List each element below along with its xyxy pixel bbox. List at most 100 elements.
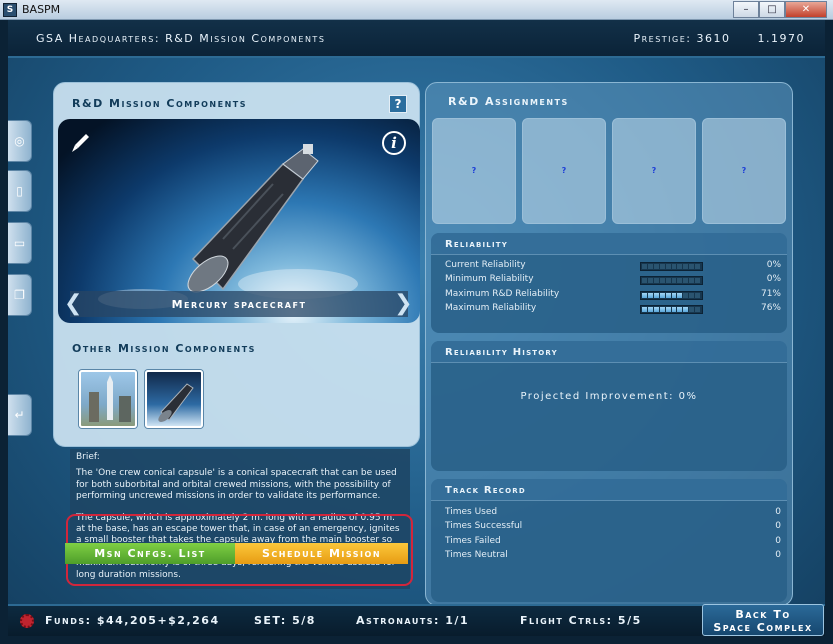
capsule-image [187, 144, 319, 293]
reliability-label: Maximum Reliability [445, 303, 537, 313]
reliability-bar-segment [689, 264, 695, 269]
reliability-bar-segment [659, 293, 665, 298]
reliability-bar-segment [695, 264, 701, 269]
track-record-row: Times Used 0 [445, 507, 781, 521]
assignment-slot[interactable]: ? [522, 118, 606, 224]
nav-copy-button[interactable]: ❐ [8, 274, 32, 316]
reliability-bar-segment [695, 307, 701, 312]
reliability-bar-segment [653, 278, 659, 283]
minimize-button[interactable]: – [733, 1, 759, 18]
app-icon: S [3, 3, 17, 17]
component-name: Mercury spacecraft [171, 297, 307, 311]
reliability-bar-segment [689, 307, 695, 312]
reliability-bar-segment [659, 264, 665, 269]
reliability-bar-segment [677, 278, 683, 283]
reliability-bar-segment [647, 278, 653, 283]
reliability-title: Reliability [431, 233, 787, 255]
reliability-bar-segment [683, 293, 689, 298]
reliability-bar [640, 291, 703, 300]
msn-cnfgs-list-button[interactable]: Msn Cnfgs. List [65, 543, 235, 564]
reliability-value: 0% [766, 260, 781, 270]
gear-icon[interactable] [20, 614, 34, 628]
reliability-value: 76% [760, 303, 781, 313]
reliability-bar-segment [647, 293, 653, 298]
reliability-panel: Reliability Current Reliability 0% Minim… [431, 233, 787, 333]
window-controls: – □ ✕ [733, 1, 827, 18]
reliability-bar-segment [653, 293, 659, 298]
astronauts-label: Astronauts: 1/1 [356, 614, 470, 627]
prestige-label: Prestige: 3610 [633, 32, 731, 45]
reliability-bar-segment [653, 264, 659, 269]
reliability-bar-segment [665, 278, 671, 283]
date-label: 1.1970 [757, 32, 805, 45]
reliability-bar-segment [665, 307, 671, 312]
reliability-bar-segment [642, 278, 647, 283]
nav-document-button[interactable]: ▯ [8, 170, 32, 212]
reliability-bar-segment [642, 264, 647, 269]
reliability-bar-segment [677, 307, 683, 312]
reliability-bar-segment [659, 307, 665, 312]
track-record-value: 0 [775, 550, 781, 560]
help-button[interactable]: ? [389, 95, 407, 113]
set-label: SET: 5/8 [254, 614, 316, 627]
reliability-bar-segment [671, 264, 677, 269]
assignment-slot[interactable]: ? [612, 118, 696, 224]
maximize-button[interactable]: □ [759, 1, 785, 18]
reliability-history-title: Reliability History [431, 341, 787, 363]
back-button-line1: Back To [735, 608, 791, 621]
schedule-mission-button[interactable]: Schedule Mission [235, 543, 408, 564]
chevron-right-icon[interactable]: ❯ [394, 291, 414, 317]
assignment-slot-label: ? [741, 166, 747, 175]
copy-icon: ❐ [14, 288, 25, 302]
reliability-bar-segment [695, 278, 701, 283]
components-title: R&D Mission Components [72, 97, 247, 110]
component-thumbnail-capsule[interactable] [145, 370, 203, 428]
nav-folder-button[interactable]: ▭ [8, 222, 32, 264]
reliability-bar-segment [665, 293, 671, 298]
close-button[interactable]: ✕ [785, 1, 827, 18]
component-image: i ❮ Mercury spacecraft ❯ [58, 119, 420, 323]
nav-return-button[interactable]: ↵ [8, 394, 32, 436]
track-record-label: Times Successful [445, 521, 523, 531]
reliability-row: Current Reliability 0% [445, 260, 781, 274]
reliability-bar-segment [647, 307, 653, 312]
flight-ctrls-label: Flight Ctrls: 5/5 [520, 614, 642, 627]
assignment-slot-label: ? [561, 166, 567, 175]
reliability-bar-segment [665, 264, 671, 269]
track-record-title: Track Record [431, 479, 787, 501]
window-title: BASPM [22, 3, 61, 16]
return-icon: ↵ [14, 408, 25, 422]
info-icon[interactable]: i [382, 131, 406, 155]
other-components-list [79, 370, 211, 428]
reliability-bar-segment [683, 264, 689, 269]
component-name-bar: ❮ Mercury spacecraft ❯ [64, 291, 413, 317]
folder-icon: ▭ [13, 236, 26, 250]
app-area: GSA Headquarters: R&D Mission Components… [8, 20, 825, 636]
track-record-panel: Track Record Times Used 0 Times Successf… [431, 479, 787, 602]
page-title: GSA Headquarters: R&D Mission Components [36, 32, 326, 45]
track-record-label: Times Neutral [445, 550, 508, 560]
reliability-value: 71% [760, 289, 781, 299]
track-record-label: Times Failed [445, 536, 501, 546]
component-thumbnail-rocket[interactable] [79, 370, 137, 428]
reliability-row: Maximum Reliability 76% [445, 303, 781, 317]
assignment-slot[interactable]: ? [432, 118, 516, 224]
track-record-row: Times Failed 0 [445, 536, 781, 550]
back-to-space-complex-button[interactable]: Back To Space Complex [702, 604, 824, 636]
reliability-row: Minimum Reliability 0% [445, 274, 781, 288]
assignment-slot[interactable]: ? [702, 118, 786, 224]
chevron-left-icon[interactable]: ❮ [64, 291, 84, 317]
reliability-bar-segment [671, 307, 677, 312]
track-record-row: Times Neutral 0 [445, 550, 781, 564]
reliability-bar-segment [683, 307, 689, 312]
reliability-bar-segment [671, 293, 677, 298]
nav-target-button[interactable]: ◎ [8, 120, 32, 162]
window-titlebar: S BASPM – □ ✕ [0, 0, 833, 20]
track-record-value: 0 [775, 536, 781, 546]
left-nav: ◎ ▯ ▭ ❐ ↵ [8, 82, 32, 452]
document-icon: ▯ [16, 184, 23, 198]
reliability-row: Maximum R&D Reliability 71% [445, 289, 781, 303]
track-record-label: Times Used [445, 507, 498, 517]
reliability-label: Current Reliability [445, 260, 526, 270]
reliability-bar [640, 262, 703, 271]
